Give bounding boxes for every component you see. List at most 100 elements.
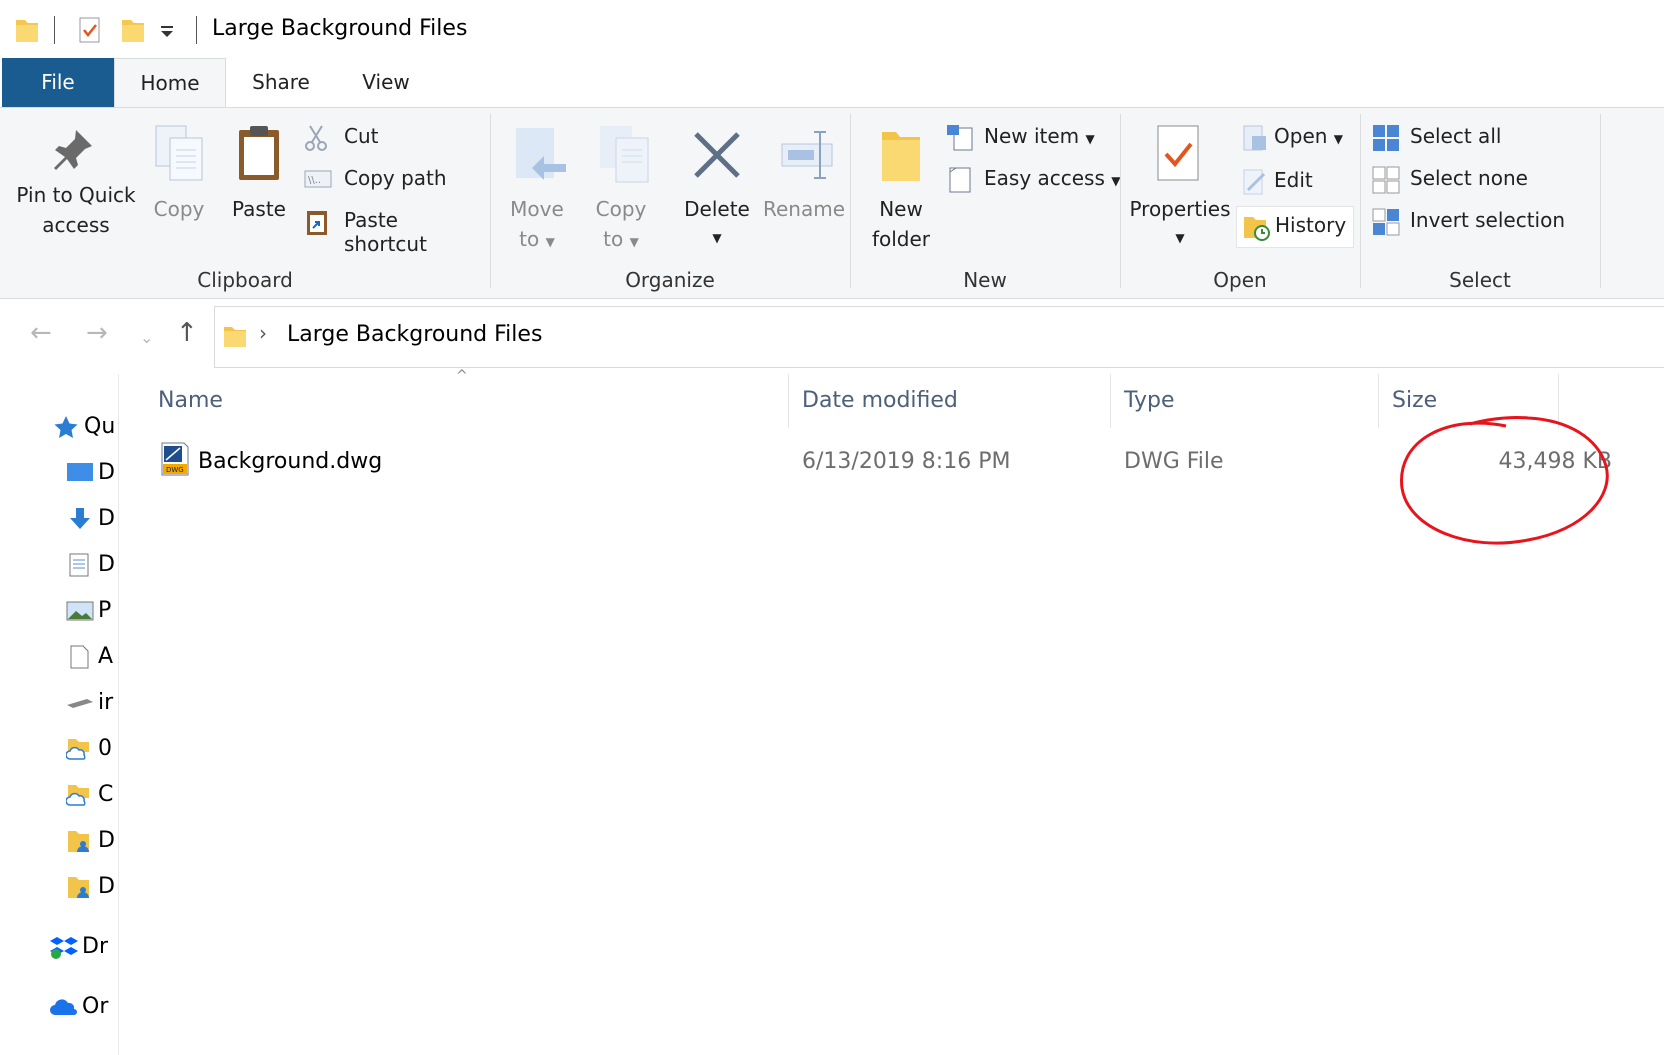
customize-dropdown-icon[interactable] — [160, 26, 174, 38]
nav-label: 0 — [98, 736, 112, 761]
copy-label: Copy — [153, 197, 205, 221]
tab-home[interactable]: Home — [114, 58, 226, 109]
column-separator[interactable] — [788, 374, 789, 428]
nav-label: Or — [82, 994, 109, 1019]
move-to-line2-wrap: to ▼ — [500, 224, 574, 257]
new-folder-icon — [882, 132, 920, 181]
nav-item-cloud-folder-c[interactable]: C — [66, 782, 113, 812]
tab-file[interactable]: File — [2, 58, 114, 107]
group-separator — [490, 114, 491, 288]
title-bar: Large Background Files — [0, 0, 1664, 58]
select-all-icon — [1373, 125, 1399, 151]
rename-button[interactable]: Rename — [762, 114, 846, 264]
nav-item-user-folder-1[interactable]: D — [66, 828, 115, 858]
nav-item-drive[interactable]: ir — [66, 690, 113, 720]
properties-icon[interactable] — [78, 16, 102, 44]
cut-button[interactable]: Cut — [304, 122, 480, 154]
move-to-icon — [516, 128, 566, 180]
new-item-button[interactable]: New item ▼ — [946, 122, 1116, 154]
copy-to-icon — [600, 126, 649, 183]
pin-to-quick-access-button[interactable]: Pin to Quick access — [8, 114, 136, 264]
new-item-icon — [947, 125, 973, 151]
move-to-line1: Move — [510, 197, 564, 221]
select-all-button[interactable]: Select all — [1372, 122, 1572, 154]
user-folder-icon — [68, 831, 89, 852]
properties-dropdown[interactable]: ▼ — [1128, 220, 1232, 253]
nav-item-onedrive[interactable]: Or — [50, 994, 108, 1024]
folder-icon[interactable] — [14, 16, 40, 44]
download-icon — [70, 508, 90, 529]
address-bar[interactable]: › Large Background Files — [214, 306, 1664, 368]
open-label-wrap: Open ▼ — [1274, 124, 1343, 148]
up-button[interactable]: ↑ — [176, 318, 198, 348]
dwg-file-icon: DWG — [161, 442, 189, 476]
properties-button[interactable]: Properties ▼ — [1128, 114, 1232, 264]
nav-label: P — [98, 598, 112, 623]
nav-item-a[interactable]: A — [66, 644, 113, 674]
copy-button[interactable]: Copy — [144, 114, 214, 264]
star-icon — [54, 416, 78, 438]
edit-label: Edit — [1274, 168, 1313, 192]
paste-shortcut-icon — [307, 211, 327, 235]
title-separator — [196, 16, 197, 44]
paste-shortcut-button[interactable]: Paste shortcut — [304, 206, 480, 256]
nav-item-pictures[interactable]: P — [66, 598, 111, 628]
drive-icon — [67, 699, 93, 708]
paste-icon — [239, 126, 279, 180]
paste-button[interactable]: Paste — [224, 114, 294, 264]
nav-label: D — [98, 460, 115, 485]
annotation-circle — [1400, 416, 1609, 545]
history-button[interactable]: History — [1236, 206, 1354, 248]
forward-button[interactable]: → — [86, 318, 108, 348]
paste-label: Paste — [232, 197, 286, 221]
properties-icon — [1157, 125, 1199, 181]
copy-path-button[interactable]: \\.. Copy path — [304, 164, 480, 196]
svg-text:\\..: \\.. — [308, 175, 321, 186]
select-none-label: Select none — [1410, 166, 1528, 190]
move-to-button[interactable]: Move to ▼ — [500, 114, 574, 264]
edit-button[interactable]: Edit — [1240, 166, 1360, 198]
new-folder-icon[interactable] — [120, 16, 146, 44]
tab-view[interactable]: View — [336, 58, 436, 107]
nav-item-documents[interactable]: D — [66, 552, 115, 582]
new-item-label: New item — [984, 124, 1080, 148]
column-separator[interactable] — [1110, 374, 1111, 428]
breadcrumb-current[interactable]: Large Background Files — [287, 322, 542, 347]
open-button[interactable]: Open ▼ — [1240, 122, 1360, 154]
clipboard-group-label: Clipboard — [197, 268, 293, 292]
easy-access-label: Easy access — [984, 166, 1105, 190]
paste-shortcut-label: Paste shortcut — [344, 208, 427, 256]
column-header-name[interactable]: Name — [158, 388, 223, 413]
easy-access-button[interactable]: Easy access ▼ — [946, 164, 1121, 196]
nav-label: D — [98, 552, 115, 577]
nav-item-quick-access[interactable]: Qu — [52, 414, 115, 444]
open-label: Open — [1274, 124, 1328, 148]
nav-item-downloads[interactable]: D — [66, 506, 115, 536]
select-all-label: Select all — [1410, 124, 1502, 148]
nav-item-cloud-folder-0[interactable]: 0 — [66, 736, 112, 766]
nav-item-desktop[interactable]: D — [66, 460, 115, 490]
cloud-folder-icon — [66, 785, 89, 806]
select-none-button[interactable]: Select none — [1372, 164, 1572, 196]
column-separator[interactable] — [1378, 374, 1379, 428]
easy-access-icon — [949, 167, 971, 193]
chevron-down-icon: ▼ — [629, 235, 639, 249]
sort-ascending-icon: ^ — [456, 368, 468, 384]
tab-share[interactable]: Share — [226, 58, 336, 107]
copy-to-button[interactable]: Copy to ▼ — [584, 114, 658, 264]
group-separator — [1120, 114, 1121, 288]
open-icon — [1243, 125, 1266, 151]
delete-dropdown[interactable]: ▼ — [680, 220, 754, 253]
nav-item-dropbox[interactable]: Dr — [50, 934, 108, 964]
delete-button[interactable]: Delete ▼ — [680, 114, 754, 264]
column-header-type[interactable]: Type — [1124, 388, 1175, 413]
recent-locations-button[interactable]: ⌄ — [140, 328, 153, 347]
nav-item-user-folder-2[interactable]: D — [66, 874, 115, 904]
select-group-label: Select — [1449, 268, 1511, 292]
back-button[interactable]: ← — [30, 318, 52, 348]
arrow-right-icon: → — [86, 318, 108, 348]
new-folder-line1: New — [879, 197, 923, 221]
column-header-date[interactable]: Date modified — [802, 388, 958, 413]
invert-selection-button[interactable]: Invert selection — [1372, 206, 1592, 238]
new-folder-button[interactable]: New folder — [858, 114, 944, 264]
